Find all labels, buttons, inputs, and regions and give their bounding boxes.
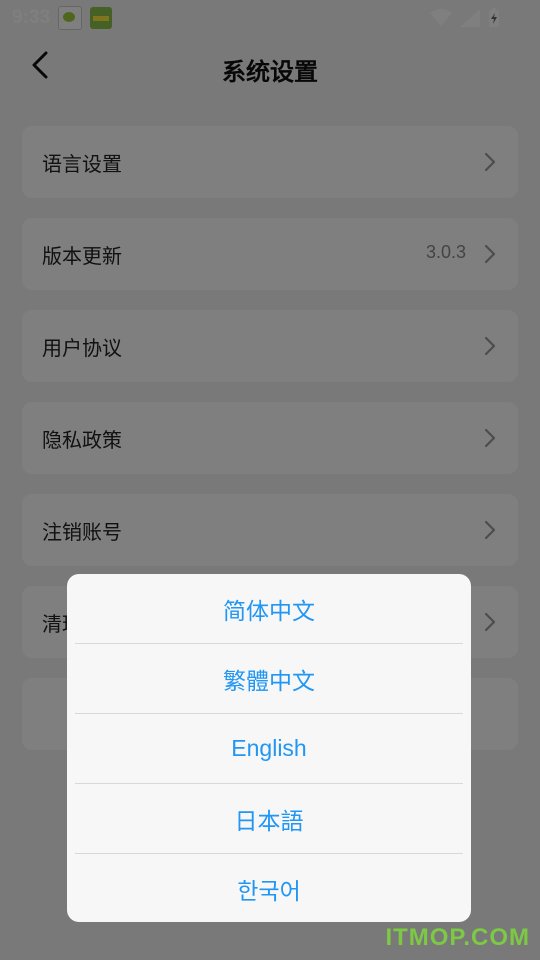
language-option-zh-hans[interactable]: 简体中文 [75, 574, 463, 644]
language-option-japanese[interactable]: 日本語 [75, 784, 463, 854]
language-option-english[interactable]: English [75, 714, 463, 784]
language-option-zh-hant[interactable]: 繁體中文 [75, 644, 463, 714]
language-dialog: 简体中文 繁體中文 English 日本語 한국어 [67, 574, 471, 922]
watermark: ITMOP.COM [385, 924, 530, 951]
language-option-korean[interactable]: 한국어 [75, 854, 463, 922]
